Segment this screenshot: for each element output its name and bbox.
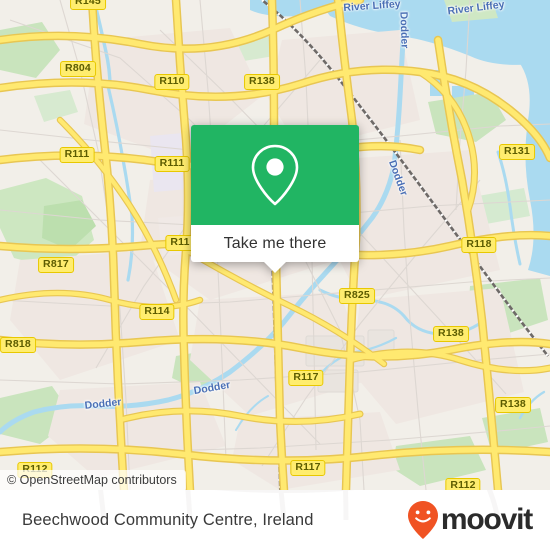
road-shield: R138 bbox=[244, 74, 280, 90]
road-shield: R111 bbox=[154, 156, 190, 172]
road-shield: R117 bbox=[290, 460, 326, 476]
popup-card-footer[interactable]: Take me there bbox=[191, 225, 359, 262]
popup-card-pointer bbox=[264, 262, 286, 273]
road-shield: R110 bbox=[154, 74, 190, 90]
place-popup-card[interactable]: Take me there bbox=[191, 125, 359, 273]
page-footer: Beechwood Community Centre, Ireland moov… bbox=[0, 490, 550, 550]
map-viewport[interactable]: R145 R804 R110 R138 R111 R111 R131 R118 R817 R11 R… bbox=[0, 0, 550, 490]
moovit-logo[interactable]: moovit bbox=[406, 500, 533, 540]
road-shield: R138 bbox=[495, 397, 531, 413]
road-shield: R131 bbox=[499, 144, 535, 160]
road-shield: R111 bbox=[59, 147, 95, 163]
road-shield: R117 bbox=[288, 370, 324, 386]
road-shield: R112 bbox=[445, 478, 481, 490]
road-shield: R118 bbox=[461, 237, 497, 253]
moovit-wordmark: moovit bbox=[440, 503, 533, 536]
road-shield: R825 bbox=[339, 288, 375, 304]
road-shield: R818 bbox=[0, 337, 36, 353]
road-shield: R145 bbox=[70, 0, 106, 10]
road-shield: R804 bbox=[60, 61, 96, 77]
road-shield: R138 bbox=[433, 326, 469, 342]
moovit-smiley-pin-icon bbox=[407, 501, 438, 539]
map-pin-icon bbox=[251, 144, 299, 206]
take-me-there-label: Take me there bbox=[223, 234, 327, 252]
road-shield: R817 bbox=[38, 257, 74, 273]
road-shield: R114 bbox=[139, 304, 175, 320]
moovit-place-screenshot: R145 R804 R110 R138 R111 R111 R131 R118 R817 R11 R… bbox=[0, 0, 550, 550]
map-attribution[interactable]: © OpenStreetMap contributors bbox=[0, 470, 186, 490]
place-title: Beechwood Community Centre, Ireland bbox=[22, 510, 314, 529]
popup-card-header bbox=[191, 125, 359, 225]
